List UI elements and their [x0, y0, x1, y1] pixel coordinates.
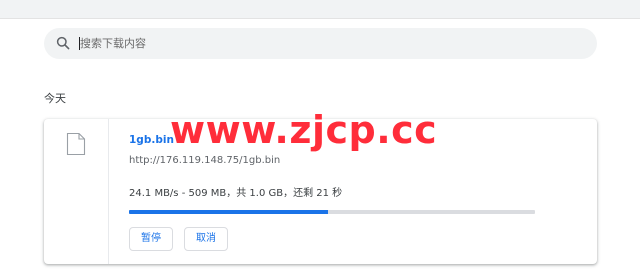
search-icon: [56, 36, 70, 50]
cancel-button[interactable]: 取消: [184, 227, 228, 251]
download-progress-fill: [129, 210, 328, 214]
file-name-link[interactable]: 1gb.bin: [129, 134, 174, 146]
file-icon: [66, 132, 86, 156]
text-caret: [79, 37, 80, 50]
search-bar[interactable]: [44, 28, 597, 59]
search-input[interactable]: [80, 32, 580, 55]
watermark-overlay: www.zjcp.cc: [170, 108, 438, 152]
pause-button[interactable]: 暂停: [129, 227, 173, 251]
source-url[interactable]: http://176.119.148.75/1gb.bin: [129, 155, 280, 166]
date-section-title: 今天: [44, 92, 66, 105]
download-progress-bar: [129, 210, 535, 214]
download-status-text: 24.1 MB/s - 509 MB，共 1.0 GB，还剩 21 秒: [129, 188, 343, 199]
file-icon-column: [44, 119, 109, 264]
top-toolbar-band: [0, 0, 640, 19]
